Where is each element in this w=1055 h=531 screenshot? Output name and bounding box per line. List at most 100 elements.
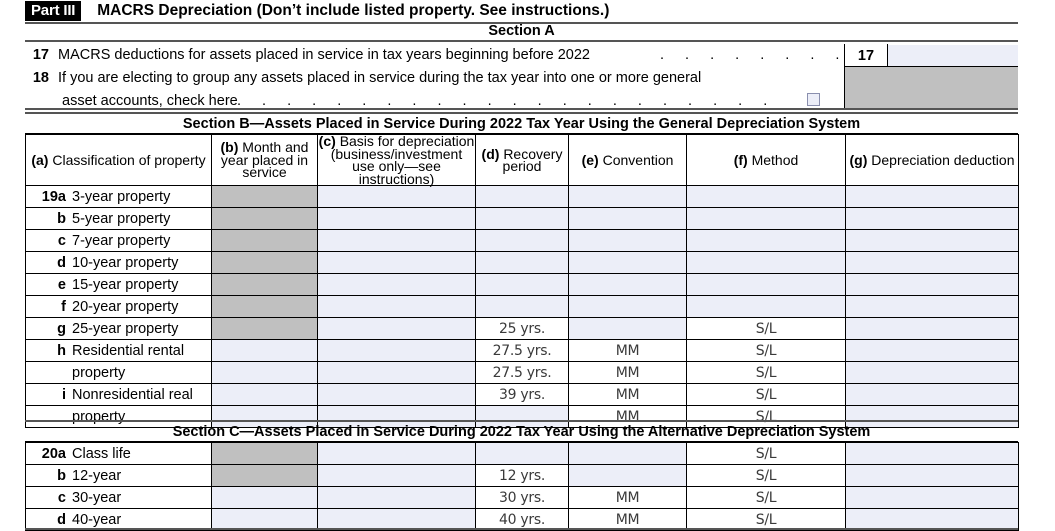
table-row: d 10-year property [25,251,1019,274]
line-18-row: 18 If you are electing to group any asse… [25,67,844,109]
section-c-convention-1[interactable] [568,464,687,487]
section-b-deduction-0[interactable] [845,185,1019,208]
section-b-row-label-8: property [25,361,212,384]
section-c-deduction-0[interactable] [845,442,1019,465]
section-b-deduction-1[interactable] [845,207,1019,230]
column-header-a: (a) Classification of property [25,134,212,186]
section-b-recovery-period-5[interactable] [475,295,569,318]
section-b-convention-3[interactable] [568,251,687,274]
section-b-table: (a) Classification of property (b) Month… [25,134,1019,428]
row-letter: c [57,232,66,249]
section-b-basis-4[interactable] [317,273,476,296]
column-header-d-tag: (d) [481,145,500,162]
section-b-basis-3[interactable] [317,251,476,274]
row-name: 5-year property [72,210,171,227]
section-b-method-5[interactable] [686,295,846,318]
section-b-method-8: S/L [686,361,846,384]
section-b-convention-9: MM [568,383,687,406]
column-header-e-label: Convention [602,151,674,168]
section-b-recovery-period-3[interactable] [475,251,569,274]
section-b-basis-5[interactable] [317,295,476,318]
section-c-row-label-1: b 12-year [25,464,212,487]
page-title: MACRS Depreciation (Don’t include listed… [97,2,610,19]
section-b-method-4[interactable] [686,273,846,296]
section-b-basis-0[interactable] [317,185,476,208]
section-b-convention-4[interactable] [568,273,687,296]
row-name: Nonresidential real [72,386,193,403]
section-b-deduction-3[interactable] [845,251,1019,274]
table-row: c 7-year property [25,229,1019,252]
section-b-method-0[interactable] [686,185,846,208]
section-b-convention-5[interactable] [568,295,687,318]
row-letter: 20a [41,445,66,462]
section-b-method-2[interactable] [686,229,846,252]
table-row: i Nonresidential real 39 yrs. MM S/L [25,383,1019,406]
section-c-convention-2: MM [568,486,687,509]
section-b-method-3[interactable] [686,251,846,274]
column-header-g: (g) Depreciation deduction [845,134,1019,186]
section-b-deduction-4[interactable] [845,273,1019,296]
section-b-month-year-8[interactable] [211,361,318,384]
section-b-basis-8[interactable] [317,361,476,384]
section-c-recovery-period-0[interactable] [475,442,569,465]
row-letter: h [57,342,66,359]
section-b-month-year-7[interactable] [211,339,318,362]
section-b-row-label-4: e 15-year property [25,273,212,296]
line-17-amount-field[interactable] [888,45,1018,66]
table-row: property 27.5 yrs. MM S/L [25,361,1019,384]
line-18-checkbox[interactable] [807,93,820,106]
section-b-convention-1[interactable] [568,207,687,230]
row-letter: e [57,276,66,293]
line-17-row: 17 MACRS deductions for assets placed in… [25,44,844,66]
section-b-recovery-period-1[interactable] [475,207,569,230]
section-b-basis-6[interactable] [317,317,476,340]
section-c-deduction-1[interactable] [845,464,1019,487]
section-b-deduction-5[interactable] [845,295,1019,318]
line-18-shaded-cell [845,67,1018,108]
section-b-month-year-1 [211,207,318,230]
section-b-method-1[interactable] [686,207,846,230]
section-b-convention-2[interactable] [568,229,687,252]
section-c-row-label-2: c 30-year [25,486,212,509]
section-b-basis-9[interactable] [317,383,476,406]
section-b-basis-7[interactable] [317,339,476,362]
section-b-month-year-2 [211,229,318,252]
section-b-recovery-period-4[interactable] [475,273,569,296]
line-18-leader: . . . . . . . . . . . . . . . . . . . . … [237,93,776,109]
row-name: Residential rental [72,342,185,359]
section-b-month-year-0 [211,185,318,208]
column-header-e-tag: (e) [581,151,599,168]
row-letter: b [57,467,66,484]
line-18-number: 18 [32,70,49,86]
section-b-convention-0[interactable] [568,185,687,208]
section-b-method-9: S/L [686,383,846,406]
section-b-recovery-period-0[interactable] [475,185,569,208]
section-c-month-year-2[interactable] [211,486,318,509]
section-b-banner: Section B—Assets Placed in Service Durin… [25,112,1018,134]
section-b-row-label-3: d 10-year property [25,251,212,274]
section-b-basis-1[interactable] [317,207,476,230]
section-c-basis-0[interactable] [317,442,476,465]
table-row: c 30-year 30 yrs. MM S/L [25,486,1019,509]
section-c-deduction-2[interactable] [845,486,1019,509]
section-c-convention-0[interactable] [568,442,687,465]
section-b-recovery-period-8: 27.5 yrs. [475,361,569,384]
section-b-recovery-period-2[interactable] [475,229,569,252]
section-b-deduction-9[interactable] [845,383,1019,406]
section-b-basis-2[interactable] [317,229,476,252]
section-b-convention-8: MM [568,361,687,384]
section-b-deduction-6[interactable] [845,317,1019,340]
section-c-basis-2[interactable] [317,486,476,509]
section-b-recovery-period-9: 39 yrs. [475,383,569,406]
column-header-c-label: Basis for depreciation (business/investm… [330,133,475,187]
column-header-f: (f) Method [686,134,846,186]
row-letter: f [61,298,66,315]
section-b-deduction-2[interactable] [845,229,1019,252]
section-b-convention-6[interactable] [568,317,687,340]
section-b-deduction-8[interactable] [845,361,1019,384]
section-b-month-year-5 [211,295,318,318]
section-b-month-year-9[interactable] [211,383,318,406]
section-a-lines: 17 MACRS deductions for assets placed in… [25,44,1018,110]
section-b-deduction-7[interactable] [845,339,1019,362]
section-c-basis-1[interactable] [317,464,476,487]
